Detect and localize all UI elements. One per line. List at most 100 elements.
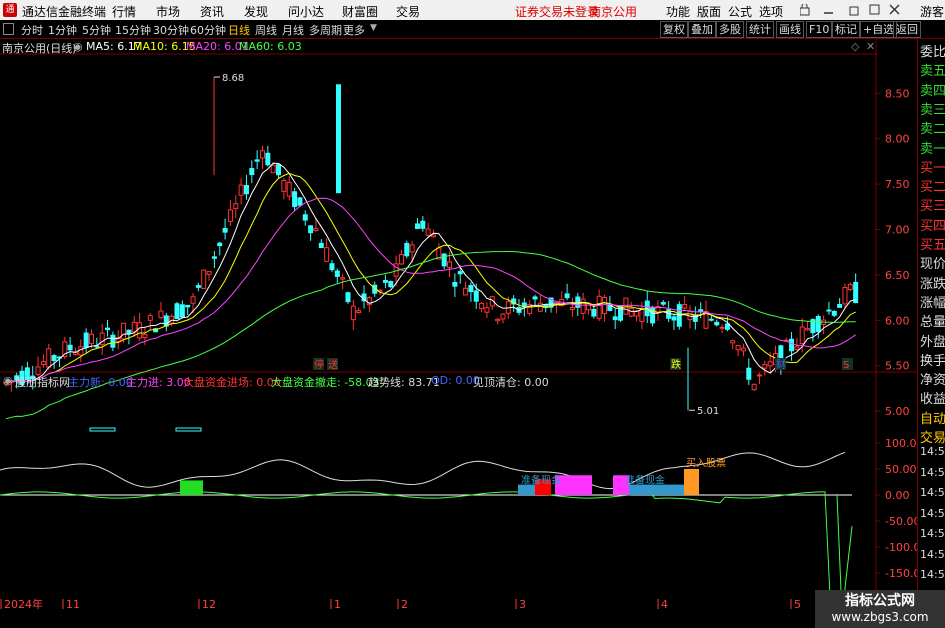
candle-body [650, 306, 656, 324]
candle-body [270, 164, 276, 174]
side-panel-item[interactable]: 净资 [920, 369, 945, 388]
menu-zixun[interactable]: 资讯 [200, 3, 224, 20]
side-panel-item[interactable]: 买五 [920, 234, 945, 253]
btn-fanhui[interactable]: 返回 [893, 21, 921, 38]
price-axis-label: 6.50 [885, 269, 910, 282]
side-panel-item[interactable]: 14:56 [920, 466, 945, 479]
period-multi[interactable]: 多周期 [309, 22, 342, 38]
side-panel-item[interactable]: 涨跌 [920, 273, 945, 292]
side-panel-item[interactable]: 换手 [920, 350, 945, 369]
menu-caifuquan[interactable]: 财富圈 [342, 3, 378, 20]
side-panel-item[interactable]: 收益 [920, 388, 945, 407]
side-panel-item[interactable]: 14:56 [920, 527, 945, 540]
period-1min[interactable]: 1分钟 [48, 22, 77, 38]
side-panel-item[interactable]: 卖五 [920, 60, 945, 79]
candle-body [222, 227, 228, 233]
marker-bar [89, 427, 116, 432]
chevron-down-icon[interactable]: ▼ [370, 23, 377, 33]
ind-dapanche: 大盘资金撤走: -58.03 [271, 376, 380, 389]
side-panel-item[interactable]: 总量 [920, 311, 945, 330]
btn-zixuan[interactable]: +自选 [860, 21, 898, 38]
capital-out-line [0, 491, 846, 598]
side-panel-item[interactable]: 自动 [920, 408, 945, 427]
side-panel-item[interactable]: 涨幅 [920, 292, 945, 311]
side-panel-item[interactable]: 现价 [920, 253, 945, 272]
btn-fuquan[interactable]: 复权 [660, 21, 688, 38]
event-tag-label: S [843, 360, 849, 371]
candle-body [447, 261, 453, 268]
price-axis-label: 8.00 [885, 133, 910, 146]
candle-body [51, 355, 57, 362]
tool-xuanxiang[interactable]: 选项 [759, 3, 783, 20]
panel-toggle-icon[interactable] [3, 23, 14, 35]
candle-body [137, 322, 143, 339]
candle-body [794, 346, 800, 350]
period-daily[interactable]: 日线 [228, 22, 250, 38]
period-15min[interactable]: 15分钟 [115, 22, 151, 38]
side-panel-item[interactable]: 委比 [920, 41, 945, 60]
period-weekly[interactable]: 周线 [255, 22, 277, 38]
menu-jiaoyi[interactable]: 交易 [396, 3, 420, 20]
candle-body [762, 364, 768, 369]
indicator-settings-icon[interactable]: ◉ [3, 374, 13, 387]
menu-hangqing[interactable]: 行情 [112, 3, 136, 20]
menu-wenxiaoda[interactable]: 问小达 [288, 3, 324, 20]
event-tag-label: 停 [314, 358, 324, 371]
close-icon[interactable] [889, 4, 900, 15]
candle-body [660, 301, 666, 305]
side-panel-item[interactable]: 14:56 [920, 486, 945, 499]
side-panel-item[interactable]: 买二 [920, 176, 945, 195]
candle-body [484, 307, 490, 313]
watermark-url: www.zbgs3.com [831, 610, 929, 624]
period-30min[interactable]: 30分钟 [153, 22, 189, 38]
tool-banmian[interactable]: 版面 [697, 3, 721, 20]
maximize-icon[interactable] [869, 4, 880, 15]
candle-body [243, 185, 249, 195]
side-panel-item[interactable]: 买一 [920, 157, 945, 176]
side-panel-item[interactable]: 卖三 [920, 99, 945, 118]
candle-body [495, 318, 501, 322]
candle-body [276, 164, 282, 176]
period-60min[interactable]: 60分钟 [190, 22, 226, 38]
period-monthly[interactable]: 月线 [282, 22, 304, 38]
marker-bar-2 [175, 427, 202, 432]
ma-line-ma60 [5, 250, 856, 420]
side-panel-item[interactable]: 买四 [920, 215, 945, 234]
guest-user[interactable]: 游客 [920, 3, 944, 20]
period-more[interactable]: 更多 [343, 22, 365, 38]
side-panel-item[interactable]: 14:56 [920, 507, 945, 520]
menu-shichang[interactable]: 市场 [156, 3, 180, 20]
restore-icon[interactable] [849, 6, 859, 16]
tool-gongneng[interactable]: 功能 [666, 3, 690, 20]
candle-body [286, 181, 292, 197]
side-panel-item[interactable]: 卖二 [920, 118, 945, 137]
btn-tongji[interactable]: 统计 [746, 21, 774, 38]
btn-biaoji[interactable]: 标记 [832, 21, 860, 38]
ind-dapanjin: 大盘资金进场: 0.00 [183, 376, 281, 389]
lock-icon[interactable] [800, 4, 810, 16]
period-fenshi[interactable]: 分时 [21, 22, 43, 38]
candle-body [249, 168, 255, 176]
window-controls [800, 4, 900, 16]
side-panel-item[interactable]: 交易 [920, 427, 945, 446]
side-panel-item[interactable]: 14:56 [920, 445, 945, 458]
side-panel-item[interactable]: 14:56 [920, 568, 945, 581]
side-panel-item[interactable]: 外盘 [920, 331, 945, 350]
btn-duogu[interactable]: 多股 [716, 21, 744, 38]
candle-body [628, 307, 634, 317]
btn-diejia[interactable]: 叠加 [688, 21, 716, 38]
side-panel-item[interactable]: 买三 [920, 195, 945, 214]
menu-faxian[interactable]: 发现 [244, 3, 268, 20]
kline-chart[interactable]: 8.50 8.00 7.50 7.00 6.50 6.00 5.50 5.00 8.68 5.0… [0, 39, 917, 609]
period-5min[interactable]: 5分钟 [82, 22, 111, 38]
tool-gongshi[interactable]: 公式 [728, 3, 752, 20]
side-panel-item[interactable]: 卖四 [920, 80, 945, 99]
btn-f10[interactable]: F10 [806, 21, 833, 38]
btn-huaxian[interactable]: 画线 [776, 21, 804, 38]
candle-body [324, 247, 330, 262]
trade-login-status[interactable]: 证券交易未登录 [515, 3, 599, 20]
candle-body [398, 254, 404, 265]
side-panel-item[interactable]: 卖一 [920, 138, 945, 157]
side-panel-item[interactable]: 14:56 [920, 548, 945, 561]
candle-body [569, 306, 575, 310]
